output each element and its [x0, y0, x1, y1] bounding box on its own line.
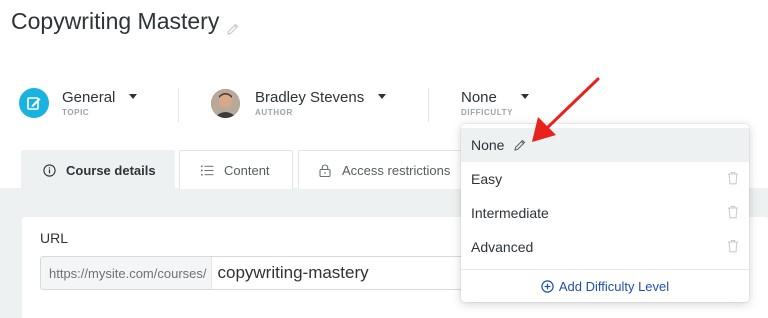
difficulty-option-easy[interactable]: Easy: [461, 162, 749, 196]
pencil-icon[interactable]: [226, 15, 240, 35]
difficulty-option-none[interactable]: None: [461, 128, 749, 162]
difficulty-option-intermediate[interactable]: Intermediate: [461, 196, 749, 230]
pencil-icon[interactable]: [513, 138, 527, 152]
course-title[interactable]: Copywriting Mastery: [11, 8, 219, 35]
option-label: Advanced: [471, 239, 534, 255]
url-label: URL: [40, 230, 69, 246]
topic-value: General: [62, 88, 116, 106]
tab-label: Course details: [66, 162, 156, 178]
tab-content[interactable]: Content: [179, 150, 293, 189]
chevron-down-icon[interactable]: [521, 93, 530, 99]
chevron-down-icon[interactable]: [129, 93, 138, 99]
tab-access-restrictions[interactable]: Access restrictions: [298, 150, 478, 189]
add-difficulty-label: Add Difficulty Level: [558, 278, 670, 294]
divider: [428, 88, 429, 122]
list-icon: [200, 163, 214, 177]
plus-circle-icon: [541, 279, 554, 293]
url-field: https://mysite.com/courses/: [40, 256, 470, 290]
difficulty-value: None: [461, 88, 497, 106]
topic-icon: [19, 88, 49, 118]
trash-icon[interactable]: [727, 239, 739, 256]
trash-icon[interactable]: [727, 171, 739, 188]
author-value: Bradley Stevens: [255, 88, 365, 106]
difficulty-dropdown: None Easy Intermediate Advanced Add Diff…: [461, 124, 749, 302]
divider: [178, 88, 179, 122]
divider: [461, 269, 749, 270]
course-meta-row: General TOPIC Bradley Stevens AUTHOR Non…: [0, 80, 768, 126]
add-difficulty-level-button[interactable]: Add Difficulty Level: [461, 272, 749, 300]
option-label: Easy: [471, 171, 503, 187]
course-editor: Copywriting Mastery General TOPIC Bradle…: [0, 0, 768, 318]
avatar: [211, 88, 240, 118]
author-selector[interactable]: Bradley Stevens AUTHOR: [211, 80, 387, 126]
tab-course-details[interactable]: Course details: [21, 150, 175, 189]
topic-selector[interactable]: General TOPIC: [19, 80, 138, 126]
info-circle-icon: [42, 163, 56, 177]
url-slug-input[interactable]: [211, 257, 469, 289]
author-caption: AUTHOR: [255, 107, 293, 117]
tab-label: Content: [224, 162, 270, 178]
tab-label: Access restrictions: [342, 162, 451, 178]
topic-caption: TOPIC: [62, 107, 90, 117]
difficulty-selector[interactable]: None DIFFICULTY: [461, 80, 530, 126]
trash-icon[interactable]: [727, 205, 739, 222]
chevron-down-icon[interactable]: [378, 93, 387, 99]
option-label: Intermediate: [471, 205, 549, 221]
course-title-row: Copywriting Mastery: [11, 8, 240, 35]
lock-icon: [318, 163, 332, 177]
url-prefix: https://mysite.com/courses/: [41, 257, 212, 289]
difficulty-option-advanced[interactable]: Advanced: [461, 230, 749, 264]
difficulty-caption: DIFFICULTY: [461, 107, 514, 117]
option-label: None: [471, 137, 505, 153]
